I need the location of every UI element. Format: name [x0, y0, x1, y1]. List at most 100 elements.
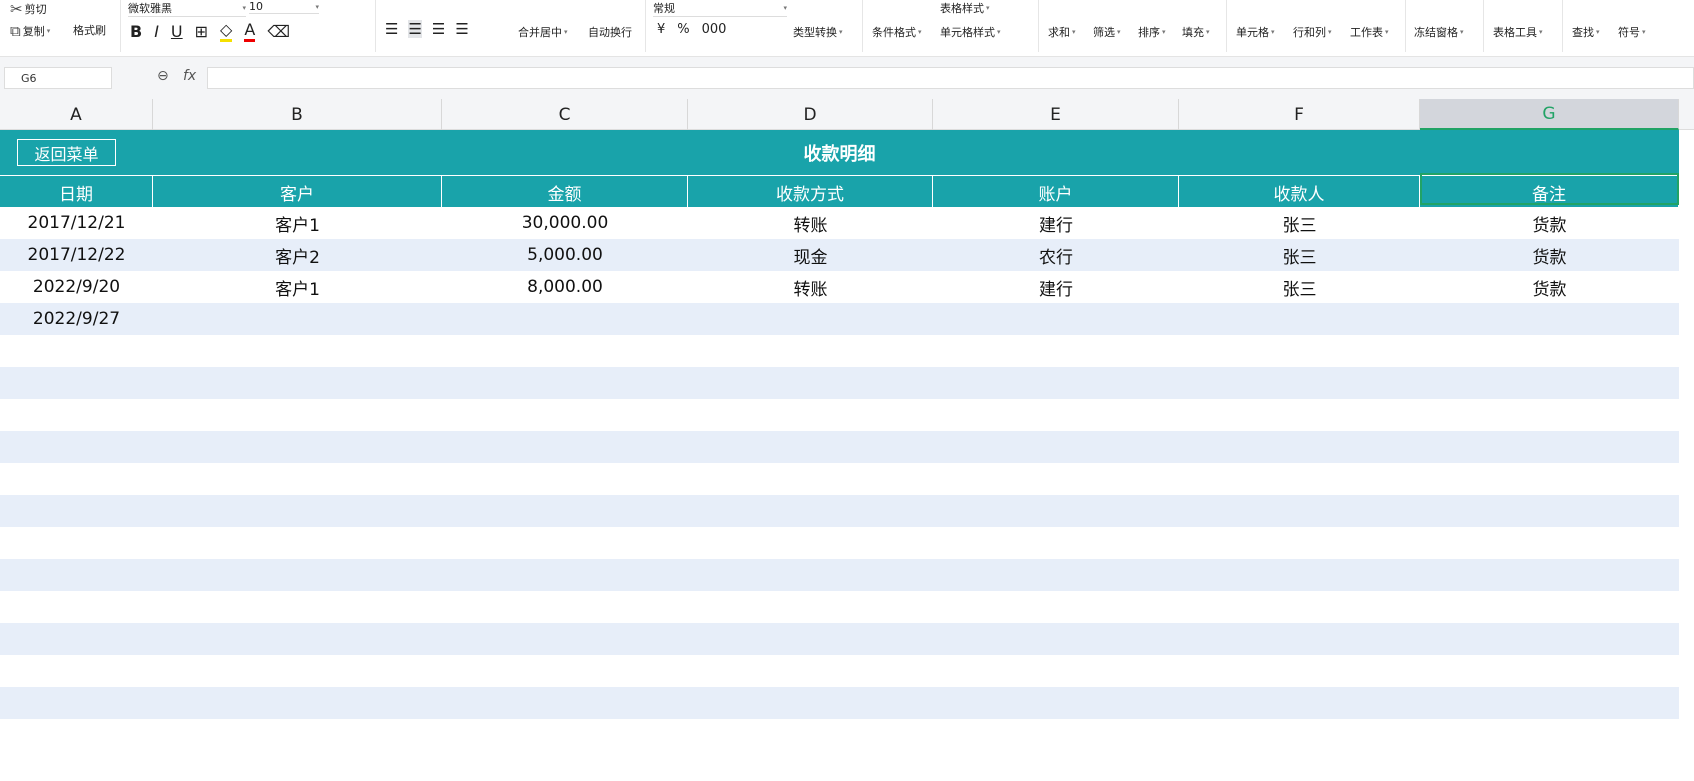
italic-icon[interactable]: I — [154, 22, 159, 41]
cell[interactable] — [933, 559, 1179, 591]
cell[interactable] — [933, 655, 1179, 687]
cell[interactable] — [688, 399, 933, 431]
align-left-icon[interactable]: ☰ — [385, 20, 398, 38]
cell[interactable]: 张三 — [1179, 271, 1420, 303]
cell[interactable] — [442, 559, 688, 591]
cell[interactable]: 现金 — [688, 239, 933, 271]
cell[interactable] — [153, 623, 442, 655]
formula-input[interactable] — [207, 67, 1694, 89]
cell[interactable] — [688, 463, 933, 495]
cell-button[interactable]: 单元格 ▾ — [1236, 24, 1275, 40]
cell[interactable]: 8,000.00 — [442, 271, 688, 303]
zoom-icon[interactable]: ⊖ — [157, 68, 169, 84]
wrap-text-button[interactable]: 自动换行 — [588, 24, 632, 40]
cell[interactable] — [688, 367, 933, 399]
font-color-icon[interactable]: A — [244, 20, 256, 42]
cell[interactable] — [1420, 335, 1679, 367]
cell[interactable]: 2022/9/27 — [0, 303, 153, 335]
row-col-button[interactable]: 行和列 ▾ — [1293, 24, 1332, 40]
cell[interactable] — [688, 527, 933, 559]
filter-button[interactable]: 筛选 ▾ — [1093, 24, 1121, 40]
merge-center-button[interactable]: 合并居中 ▾ — [518, 24, 568, 40]
cell[interactable] — [0, 623, 153, 655]
cell[interactable] — [0, 527, 153, 559]
cell[interactable] — [1420, 591, 1679, 623]
cell[interactable] — [0, 559, 153, 591]
cell[interactable] — [1420, 463, 1679, 495]
cell[interactable] — [153, 655, 442, 687]
cell[interactable]: 货款 — [1420, 239, 1679, 271]
cell[interactable]: 2017/12/21 — [0, 207, 153, 239]
find-button[interactable]: 查找 ▾ — [1572, 24, 1600, 40]
table-tools-button[interactable]: 表格工具 ▾ — [1493, 24, 1543, 40]
selected-cell-g6[interactable] — [1420, 173, 1679, 205]
cell[interactable] — [442, 655, 688, 687]
cell[interactable] — [0, 367, 153, 399]
cell[interactable] — [442, 303, 688, 335]
cell[interactable]: 建行 — [933, 207, 1179, 239]
copy-button[interactable]: ⧉ 复制 ▾ — [10, 22, 50, 40]
cell[interactable] — [933, 591, 1179, 623]
cell[interactable] — [1179, 303, 1420, 335]
cell[interactable] — [442, 431, 688, 463]
cell[interactable]: 收款人 — [1179, 176, 1420, 208]
cell[interactable] — [933, 495, 1179, 527]
cell[interactable] — [933, 431, 1179, 463]
cell[interactable] — [1179, 463, 1420, 495]
cell[interactable] — [688, 719, 933, 751]
cell[interactable] — [1179, 591, 1420, 623]
cell[interactable] — [1420, 399, 1679, 431]
cell[interactable] — [688, 495, 933, 527]
conditional-format-button[interactable]: 条件格式 ▾ — [872, 24, 922, 40]
cell[interactable] — [442, 399, 688, 431]
cell[interactable] — [0, 495, 153, 527]
worksheet-button[interactable]: 工作表 ▾ — [1350, 24, 1389, 40]
cell-style-button[interactable]: 单元格样式 ▾ — [940, 24, 1001, 40]
fill-button[interactable]: 填充 ▾ — [1182, 24, 1210, 40]
cell[interactable] — [153, 463, 442, 495]
cell[interactable]: 客户2 — [153, 239, 442, 271]
cell[interactable]: 2017/12/22 — [0, 239, 153, 271]
cell[interactable] — [442, 687, 688, 719]
cell[interactable] — [153, 719, 442, 751]
cell[interactable]: 建行 — [933, 271, 1179, 303]
cell[interactable] — [153, 335, 442, 367]
cell[interactable] — [0, 431, 153, 463]
symbol-button[interactable]: 符号 ▾ — [1618, 24, 1646, 40]
cell[interactable] — [1420, 431, 1679, 463]
align-center-icon[interactable]: ☰ — [408, 20, 422, 38]
cell[interactable]: 货款 — [1420, 207, 1679, 239]
column-header-c[interactable]: C — [442, 99, 688, 130]
cell[interactable] — [688, 303, 933, 335]
cell[interactable] — [933, 623, 1179, 655]
cell[interactable]: 收款方式 — [688, 176, 933, 208]
column-header-g[interactable]: G — [1420, 99, 1679, 130]
cell[interactable] — [442, 591, 688, 623]
cell[interactable]: 客户1 — [153, 207, 442, 239]
cell[interactable]: 张三 — [1179, 207, 1420, 239]
sort-button[interactable]: 排序 ▾ — [1138, 24, 1166, 40]
column-header-b[interactable]: B — [153, 99, 442, 130]
cell[interactable]: 转账 — [688, 271, 933, 303]
cell[interactable] — [1179, 367, 1420, 399]
cell[interactable] — [1420, 687, 1679, 719]
cell[interactable] — [442, 335, 688, 367]
percent-icon[interactable]: % — [677, 22, 689, 37]
cell[interactable] — [153, 431, 442, 463]
cell[interactable] — [0, 687, 153, 719]
cell[interactable] — [933, 399, 1179, 431]
cell[interactable] — [688, 687, 933, 719]
table-style-button[interactable]: 表格样式 ▾ — [940, 0, 990, 16]
cell[interactable]: 日期 — [0, 176, 153, 208]
cell[interactable]: 转账 — [688, 207, 933, 239]
cell[interactable] — [442, 463, 688, 495]
cell[interactable] — [0, 399, 153, 431]
font-size-select[interactable]: 10 ▾ — [249, 0, 319, 14]
back-to-menu-button[interactable]: 返回菜单 — [17, 139, 116, 166]
cell[interactable] — [0, 335, 153, 367]
cell[interactable]: 账户 — [933, 176, 1179, 208]
cell[interactable] — [933, 719, 1179, 751]
underline-icon[interactable]: U — [171, 22, 183, 41]
sum-button[interactable]: 求和 ▾ — [1048, 24, 1076, 40]
cell[interactable] — [688, 335, 933, 367]
